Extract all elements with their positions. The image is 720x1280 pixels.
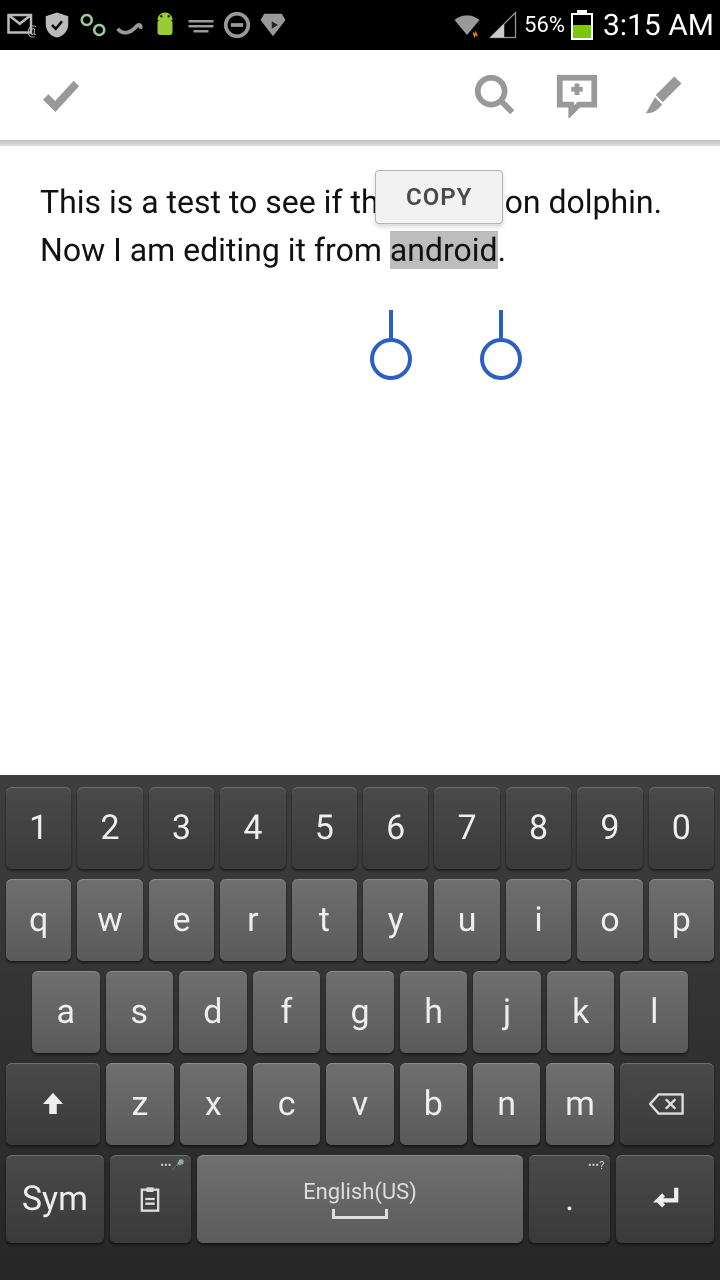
enter-key[interactable] (616, 1155, 714, 1243)
clipboard-key[interactable]: •••🎤 (110, 1155, 191, 1243)
play-store-icon (258, 10, 288, 40)
key-6[interactable]: 6 (363, 787, 428, 869)
note-line-2[interactable]: Now I am editing it from android. (40, 226, 680, 274)
key-5[interactable]: 5 (292, 787, 357, 869)
key-p[interactable]: p (649, 879, 714, 961)
key-o[interactable]: o (577, 879, 642, 961)
key-f[interactable]: f (253, 971, 321, 1053)
key-y[interactable]: y (363, 879, 428, 961)
key-row-bottom: Sym •••🎤 English(US) •••? . (6, 1155, 714, 1243)
key-l[interactable]: l (620, 971, 688, 1053)
note-line-1[interactable]: This is a test to see if this works on d… (40, 178, 680, 226)
key-row-asdf: asdfghjkl (6, 971, 714, 1053)
key-t[interactable]: t (292, 879, 357, 961)
selection-handle-start[interactable] (370, 310, 412, 380)
shield-check-icon (42, 10, 72, 40)
key-7[interactable]: 7 (434, 787, 499, 869)
keyboard-input-icon (186, 10, 216, 40)
editor-toolbar (0, 50, 720, 140)
email-icon: @ (6, 10, 36, 40)
selected-text[interactable]: android (390, 231, 498, 269)
key-0[interactable]: 0 (649, 787, 714, 869)
format-brush-icon[interactable] (636, 72, 682, 118)
svg-text:@: @ (27, 24, 36, 39)
signal-icon (488, 10, 518, 40)
search-icon[interactable] (472, 72, 518, 118)
key-b[interactable]: b (400, 1063, 467, 1145)
sync-icon (78, 10, 108, 40)
space-key[interactable]: English(US) (197, 1155, 523, 1243)
key-w[interactable]: w (77, 879, 142, 961)
copy-context-menu[interactable]: COPY (375, 170, 503, 224)
do-not-disturb-icon (222, 10, 252, 40)
key-c[interactable]: c (253, 1063, 320, 1145)
key-v[interactable]: v (326, 1063, 393, 1145)
android-robot-icon (150, 10, 180, 40)
key-d[interactable]: d (179, 971, 247, 1053)
add-comment-icon[interactable] (554, 72, 600, 118)
key-9[interactable]: 9 (577, 787, 642, 869)
soft-keyboard: 1234567890 qwertyuiop asdfghjkl zxcvbnm … (0, 775, 720, 1280)
status-clock: 3:15 AM (603, 8, 714, 43)
backspace-key[interactable] (620, 1063, 714, 1145)
symbols-key[interactable]: Sym (6, 1155, 104, 1243)
key-u[interactable]: u (434, 879, 499, 961)
key-g[interactable]: g (326, 971, 394, 1053)
key-2[interactable]: 2 (77, 787, 142, 869)
key-a[interactable]: a (32, 971, 100, 1053)
key-r[interactable]: r (220, 879, 285, 961)
key-x[interactable]: x (180, 1063, 247, 1145)
key-4[interactable]: 4 (220, 787, 285, 869)
key-n[interactable]: n (473, 1063, 540, 1145)
key-q[interactable]: q (6, 879, 71, 961)
key-k[interactable]: k (547, 971, 615, 1053)
done-check-icon[interactable] (38, 72, 84, 118)
key-i[interactable]: i (506, 879, 571, 961)
selection-handle-end[interactable] (480, 310, 522, 380)
steam-icon (114, 10, 144, 40)
key-m[interactable]: m (546, 1063, 613, 1145)
shift-key[interactable] (6, 1063, 100, 1145)
period-key[interactable]: •••? . (529, 1155, 610, 1243)
key-8[interactable]: 8 (506, 787, 571, 869)
key-j[interactable]: j (473, 971, 541, 1053)
key-3[interactable]: 3 (149, 787, 214, 869)
key-z[interactable]: z (106, 1063, 173, 1145)
battery-icon (571, 10, 593, 40)
key-s[interactable]: s (106, 971, 174, 1053)
wifi-icon (452, 10, 482, 40)
key-row-qwerty: qwertyuiop (6, 879, 714, 961)
battery-percent: 56% (524, 13, 565, 38)
key-1[interactable]: 1 (6, 787, 71, 869)
key-e[interactable]: e (149, 879, 214, 961)
key-row-zxcv: zxcvbnm (6, 1063, 714, 1145)
note-editor-body[interactable]: This is a test to see if this works on d… (0, 146, 720, 306)
android-status-bar: @ 56% 3:15 AM (0, 0, 720, 50)
key-h[interactable]: h (400, 971, 468, 1053)
key-row-numbers: 1234567890 (6, 787, 714, 869)
